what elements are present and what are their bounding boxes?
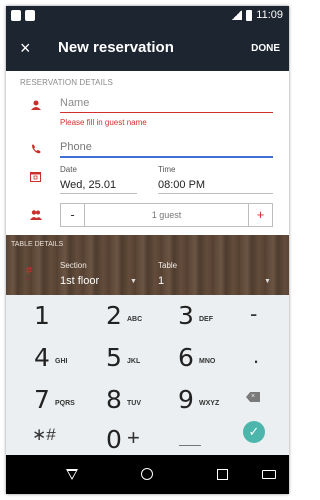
key-1[interactable]: 1 [34, 301, 104, 337]
person-icon [31, 100, 41, 110]
key-8[interactable]: 8 TUV [106, 385, 176, 421]
section-chevron-down-icon[interactable]: ▼ [130, 278, 137, 285]
navigation-bar [6, 455, 289, 494]
key-digit: 3 [178, 301, 194, 330]
table-details-label: TABLE DETAILS [11, 241, 64, 248]
notification-icon [11, 10, 21, 21]
time-value[interactable]: 08:00 PM [158, 179, 205, 191]
key-5[interactable]: 5 JKL [106, 343, 176, 379]
key-letters: JKL [127, 358, 141, 365]
table-field-label: Table [158, 261, 178, 270]
time-underline [158, 193, 273, 194]
space-key[interactable] [179, 445, 201, 446]
key-letters: GHI [55, 358, 68, 365]
date-underline [60, 193, 137, 194]
key-plus: + [127, 425, 140, 450]
key-digit: 9 [178, 385, 194, 414]
close-icon[interactable]: × [20, 37, 31, 59]
key-letters: TUV [127, 400, 141, 407]
back-nav-icon[interactable] [66, 469, 78, 480]
date-label: Date [60, 165, 77, 174]
decrease-guests-button[interactable]: - [61, 204, 85, 226]
done-button[interactable]: DONE [251, 43, 280, 54]
check-icon[interactable]: ✓ [243, 421, 265, 443]
key-7[interactable]: 7 PQRS [34, 385, 104, 421]
status-bar: 11:09 [6, 6, 289, 26]
backspace-icon[interactable]: × [246, 392, 260, 402]
hash-icon: # [26, 265, 33, 277]
key-digit: 1 [34, 301, 50, 330]
key-digit: 4 [34, 343, 50, 372]
key-letters: MNO [199, 358, 216, 365]
key-digit: 8 [106, 385, 122, 414]
calendar-icon [30, 172, 41, 182]
status-right: 11:09 [232, 9, 283, 21]
increase-guests-button[interactable]: + [248, 204, 272, 226]
name-field-underline [60, 112, 273, 113]
home-nav-icon[interactable] [141, 468, 153, 480]
key-letters: DEF [199, 316, 213, 323]
phone-field[interactable]: Phone [60, 141, 92, 153]
phone-icon [32, 144, 41, 154]
key-letters: PQRS [55, 400, 75, 407]
page-title: New reservation [58, 39, 174, 56]
key-symbol: . [253, 343, 260, 368]
status-time: 11:09 [256, 9, 283, 21]
key-digit: 2 [106, 301, 122, 330]
date-value[interactable]: Wed, 25.01 [60, 179, 116, 191]
guest-stepper: - 1 guest + [60, 203, 273, 227]
section-select[interactable]: 1st floor [60, 275, 99, 287]
key-symbol: ∗# [32, 425, 56, 444]
phone-field-underline [60, 156, 273, 158]
key-dot[interactable]: . [253, 343, 289, 379]
key-digit: 7 [34, 385, 50, 414]
key-digit: 0 [106, 425, 122, 454]
key-digit: 5 [106, 343, 122, 372]
recents-nav-icon[interactable] [217, 469, 228, 480]
key-4[interactable]: 4 GHI [34, 343, 104, 379]
reservation-details-label: RESERVATION DETAILS [20, 78, 113, 87]
battery-icon [246, 9, 253, 21]
section-field-label: Section [60, 261, 87, 270]
phone-screen: 11:09 × New reservation DONE RESERVATION… [6, 6, 289, 494]
table-details-panel: TABLE DETAILS # Section 1st floor ▼ Tabl… [6, 235, 289, 295]
keyboard-nav-icon[interactable] [262, 470, 276, 479]
key-minus[interactable]: - [250, 301, 289, 337]
numeric-keypad: 1 2 ABC 3 DEF - 4 GHI 5 JKL 6 MNO . 7 PQ… [6, 295, 289, 455]
app-bar: × New reservation DONE [6, 26, 289, 71]
key-letters: WXYZ [199, 400, 220, 407]
notification-icon [25, 10, 35, 21]
group-icon [30, 210, 42, 220]
time-label: Time [158, 165, 176, 174]
name-error: Please fill in guest name [60, 118, 147, 127]
key-letters: ABC [127, 316, 143, 323]
signal-icon [232, 10, 243, 20]
key-9[interactable]: 9 WXYZ [178, 385, 248, 421]
table-select[interactable]: 1 [158, 275, 164, 287]
key-digit: 6 [178, 343, 194, 372]
key-2[interactable]: 2 ABC [106, 301, 176, 337]
notification-icons [11, 10, 35, 21]
name-field[interactable]: Name [60, 97, 89, 109]
key-symbol: - [250, 301, 258, 326]
key-3[interactable]: 3 DEF [178, 301, 248, 337]
table-chevron-down-icon[interactable]: ▼ [264, 278, 271, 285]
key-6[interactable]: 6 MNO [178, 343, 248, 379]
guest-count: 1 guest [151, 210, 182, 220]
